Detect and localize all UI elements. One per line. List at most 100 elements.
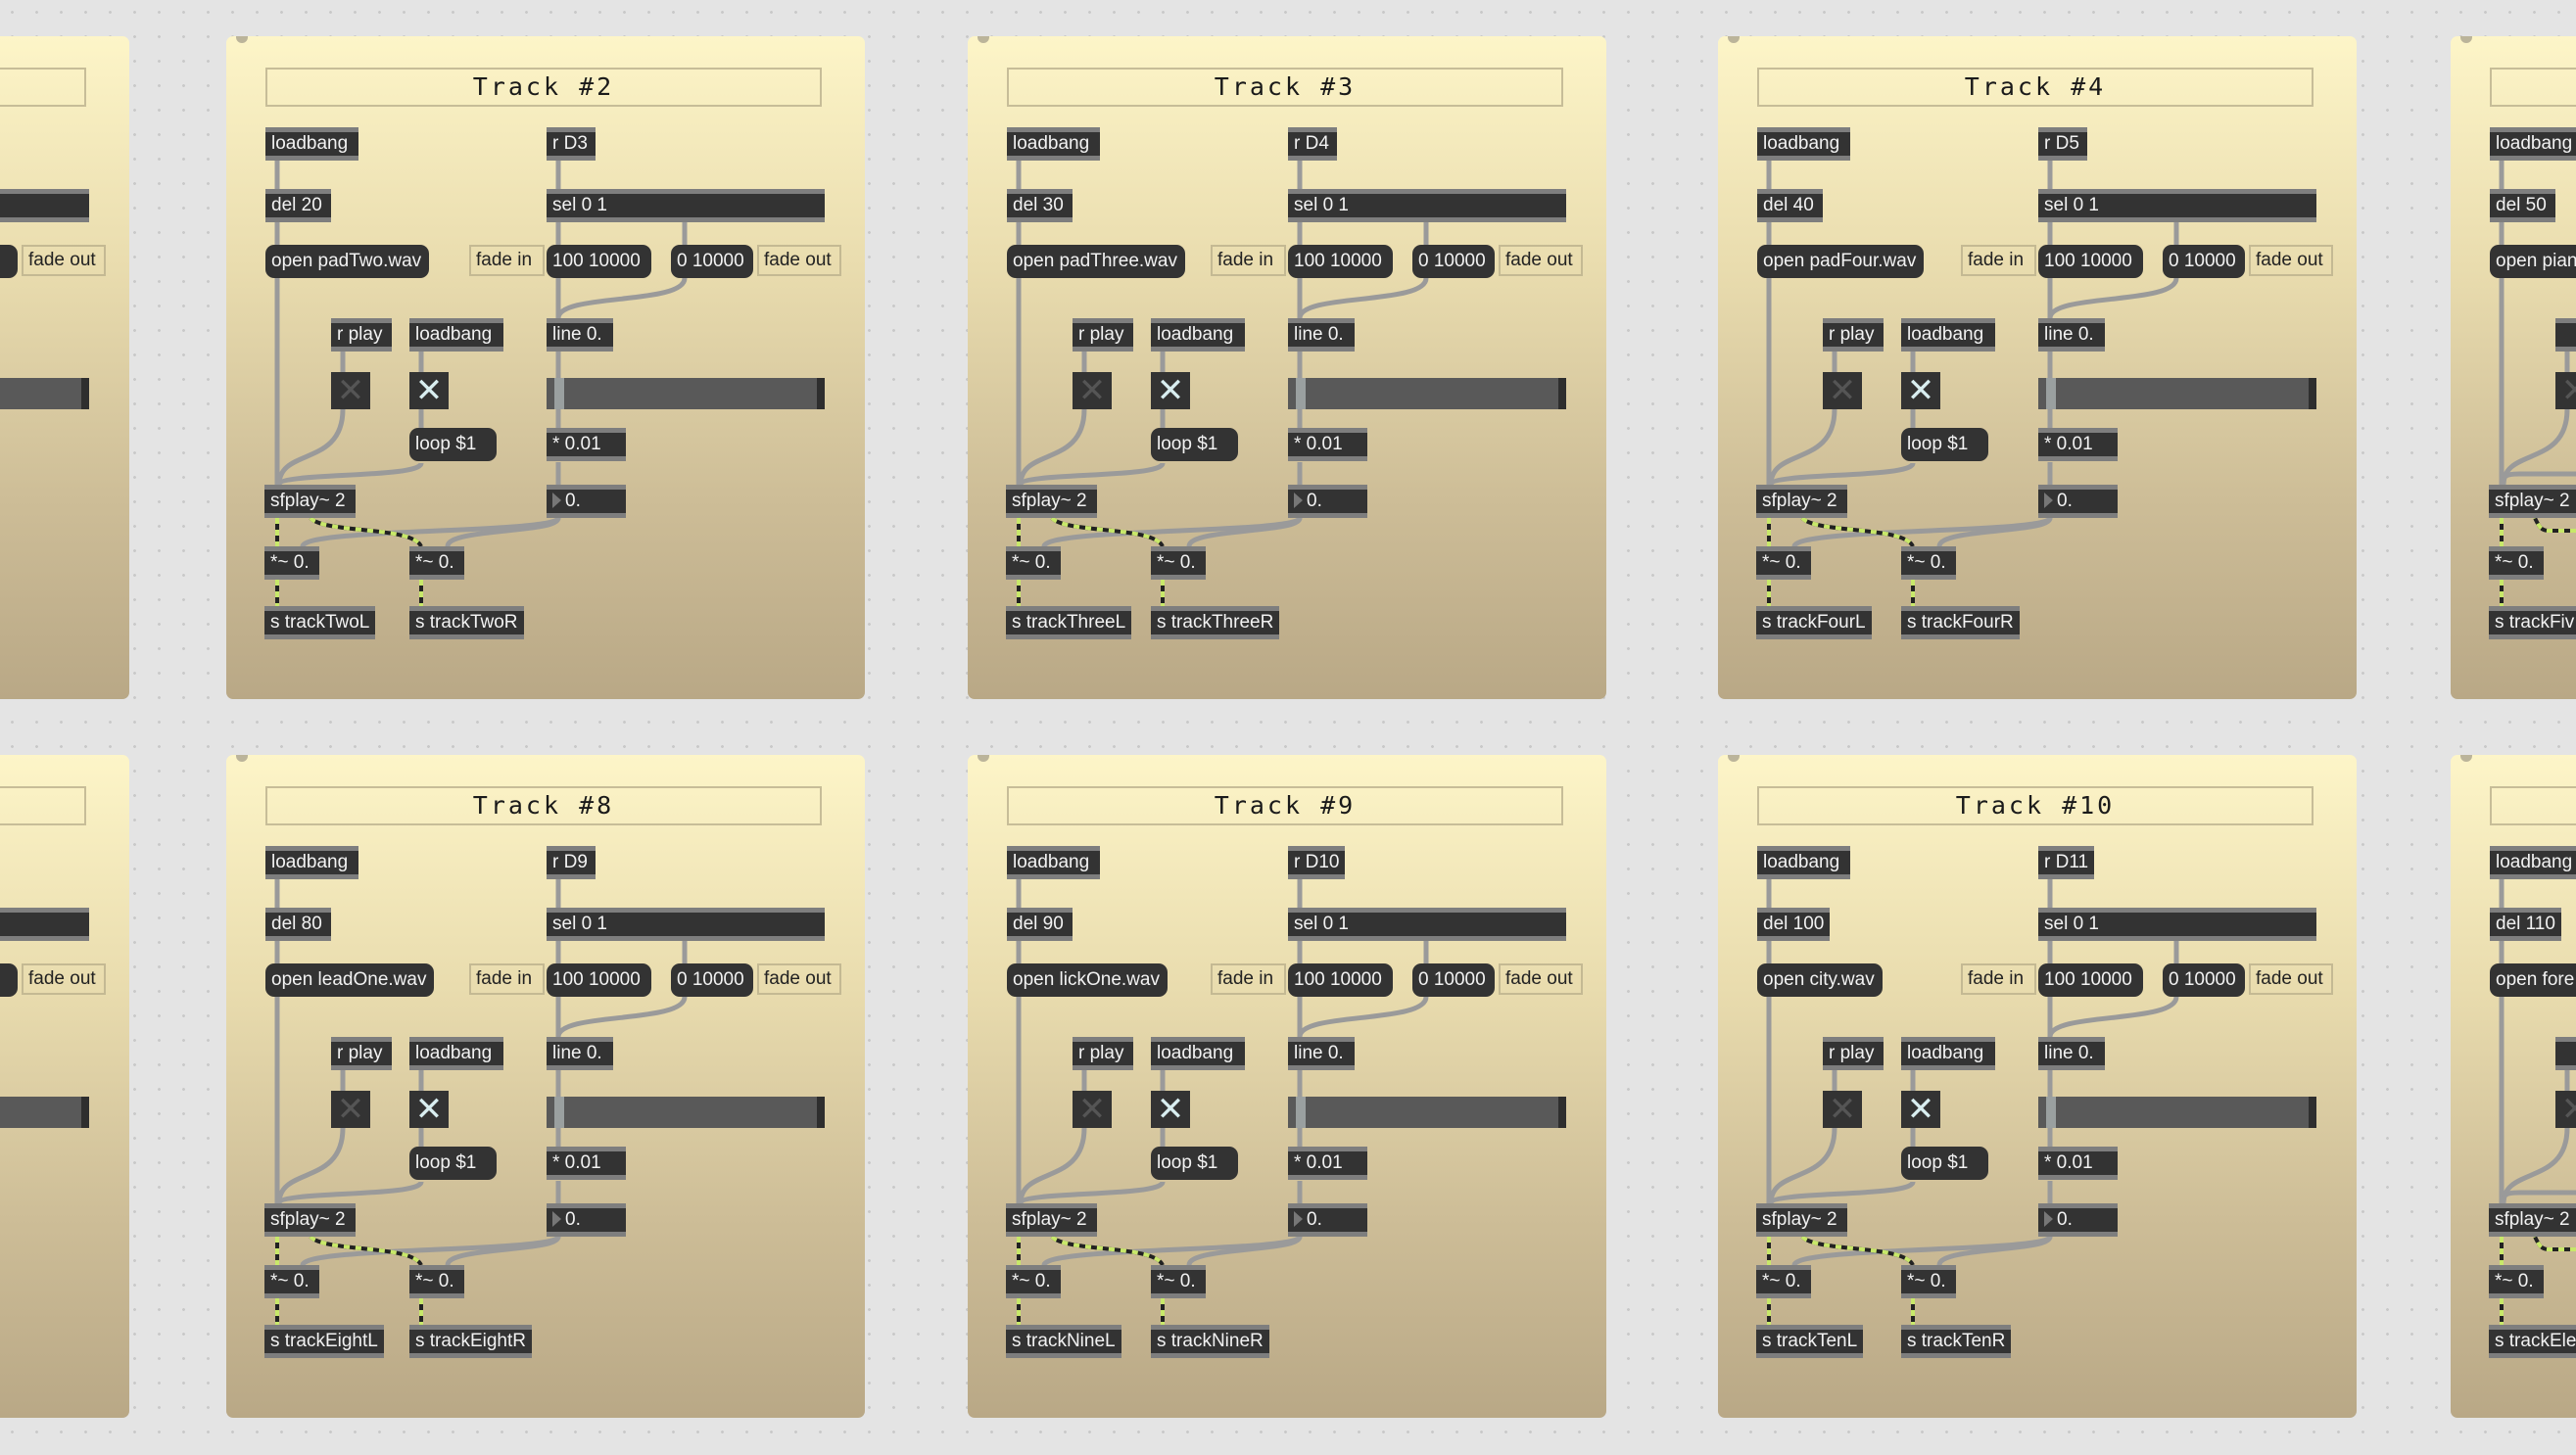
signal-multiply-left[interactable]: *~ 0. bbox=[1756, 546, 1811, 580]
loop-toggle[interactable]: ✕ bbox=[1151, 1091, 1190, 1128]
volume-slider[interactable] bbox=[1288, 1097, 1566, 1128]
track-bpatcher[interactable]: Track #2 loadbang del 20 open padTwo.wav fad… bbox=[226, 36, 865, 699]
open-file-message[interactable]: open leadOne.wav bbox=[265, 963, 435, 997]
fade-in-message[interactable]: 100 10000 bbox=[1288, 963, 1393, 997]
track-bpatcher[interactable]: Track #8 loadbang del 80 open leadOne.wav fa… bbox=[226, 755, 865, 1418]
multiply-object[interactable]: * 0.01 bbox=[2038, 428, 2118, 461]
fade-out-message[interactable]: 0 10000 bbox=[2163, 963, 2245, 997]
loadbang-object[interactable]: loadbang bbox=[2490, 127, 2576, 161]
select-object[interactable]: sel 0 1 bbox=[2038, 189, 2316, 222]
send-right-object[interactable]: s trackNineR bbox=[1151, 1325, 1269, 1358]
loadbang-object[interactable]: loadbang bbox=[1007, 127, 1100, 161]
track-bpatcher[interactable]: fade out bbox=[0, 755, 129, 1418]
signal-multiply-right[interactable]: *~ 0. bbox=[1151, 546, 1206, 580]
fade-in-message[interactable]: 100 10000 bbox=[547, 963, 651, 997]
loadbang-object[interactable]: loadbang bbox=[1901, 1037, 1995, 1070]
loop-toggle[interactable]: ✕ bbox=[409, 372, 449, 409]
signal-multiply-right[interactable]: *~ 0. bbox=[409, 546, 464, 580]
send-left-object[interactable]: s trackThreeL bbox=[1006, 606, 1132, 639]
open-file-message[interactable]: open padTwo.wav bbox=[265, 245, 430, 278]
loadbang-object[interactable]: loadbang bbox=[409, 1037, 503, 1070]
receive-object[interactable]: r D9 bbox=[547, 846, 596, 879]
loop-toggle[interactable]: ✕ bbox=[409, 1091, 449, 1128]
signal-multiply-right[interactable]: *~ 0. bbox=[1901, 1265, 1956, 1298]
fade-out-message[interactable]: 0 10000 bbox=[671, 963, 753, 997]
fade-in-message[interactable]: 100 10000 bbox=[2038, 245, 2143, 278]
select-object[interactable] bbox=[0, 189, 89, 222]
receive-play-object[interactable]: r play bbox=[1823, 318, 1884, 352]
float-number-box[interactable]: 0. bbox=[1288, 485, 1367, 518]
fade-out-message[interactable]: 0 10000 bbox=[1412, 963, 1495, 997]
open-file-message[interactable]: open padThree.wav bbox=[1007, 245, 1185, 278]
play-toggle[interactable]: ✕ bbox=[1073, 1091, 1112, 1128]
select-object[interactable]: sel 0 1 bbox=[1288, 189, 1566, 222]
signal-multiply-right[interactable]: *~ 0. bbox=[1901, 546, 1956, 580]
delay-object[interactable]: del 50 bbox=[2490, 189, 2555, 222]
line-object[interactable]: line 0. bbox=[1288, 318, 1355, 352]
send-left-object[interactable]: s trackNineL bbox=[1006, 1325, 1121, 1358]
slider-knob[interactable] bbox=[2046, 378, 2056, 409]
track-bpatcher[interactable]: Track #4 loadbang del 40 open padFour.wav fa… bbox=[1718, 36, 2357, 699]
delay-object[interactable]: del 90 bbox=[1007, 908, 1073, 941]
loadbang-object[interactable]: loadbang bbox=[265, 846, 358, 879]
loadbang-object[interactable]: loadbang bbox=[409, 318, 503, 352]
receive-object[interactable]: r D5 bbox=[2038, 127, 2087, 161]
line-object[interactable]: line 0. bbox=[2038, 1037, 2105, 1070]
float-number-box[interactable]: 0. bbox=[2038, 485, 2118, 518]
loadbang-object[interactable]: loadbang bbox=[1151, 318, 1245, 352]
volume-slider[interactable] bbox=[547, 1097, 825, 1128]
track-bpatcher[interactable]: Track #10 loadbang del 100 open city.wav fad… bbox=[1718, 755, 2357, 1418]
select-object[interactable]: sel 0 1 bbox=[547, 189, 825, 222]
multiply-object[interactable]: * 0.01 bbox=[547, 1147, 626, 1180]
loadbang-object[interactable]: loadbang bbox=[1757, 127, 1850, 161]
slider-knob[interactable] bbox=[554, 1097, 564, 1128]
delay-object[interactable]: del 40 bbox=[1757, 189, 1823, 222]
delay-object[interactable]: del 20 bbox=[265, 189, 331, 222]
line-object[interactable]: line 0. bbox=[2038, 318, 2105, 352]
loadbang-object[interactable]: loadbang bbox=[2490, 846, 2576, 879]
send-right-object[interactable]: s trackFourR bbox=[1901, 606, 2020, 639]
play-toggle[interactable]: ✕ bbox=[1073, 372, 1112, 409]
signal-multiply-left[interactable]: *~ 0. bbox=[2489, 1265, 2544, 1298]
fade-out-message[interactable]: 0 10000 bbox=[1412, 245, 1495, 278]
float-number-box[interactable]: 0. bbox=[547, 485, 626, 518]
signal-multiply-right[interactable]: *~ 0. bbox=[409, 1265, 464, 1298]
open-file-message[interactable]: open padFour.wav bbox=[1757, 245, 1925, 278]
signal-multiply-left[interactable]: *~ 0. bbox=[1006, 1265, 1061, 1298]
play-toggle[interactable]: ✕ bbox=[331, 372, 370, 409]
send-left-object[interactable]: s trackTenL bbox=[1756, 1325, 1864, 1358]
track-bpatcher[interactable]: loadbang del 110 open fore ✕ sfplay~ 2 *~ 0. s… bbox=[2451, 755, 2576, 1418]
slider-knob[interactable] bbox=[1296, 1097, 1306, 1128]
float-number-box[interactable]: 0. bbox=[1288, 1203, 1367, 1237]
sfplay-object[interactable]: sfplay~ 2 bbox=[1756, 485, 1847, 518]
sfplay-object[interactable]: sfplay~ 2 bbox=[2489, 485, 2576, 518]
multiply-object[interactable]: * 0.01 bbox=[2038, 1147, 2118, 1180]
play-toggle[interactable]: ✕ bbox=[1823, 372, 1862, 409]
fade-in-message[interactable]: 100 10000 bbox=[1288, 245, 1393, 278]
slider-knob[interactable] bbox=[554, 378, 564, 409]
sfplay-object[interactable]: sfplay~ 2 bbox=[264, 485, 356, 518]
loop-message[interactable]: loop $1 bbox=[1151, 428, 1238, 461]
fade-in-message[interactable]: 100 10000 bbox=[2038, 963, 2143, 997]
send-left-object[interactable]: s trackTwoL bbox=[264, 606, 376, 639]
delay-object[interactable]: del 110 bbox=[2490, 908, 2561, 941]
play-toggle[interactable]: ✕ bbox=[331, 1091, 370, 1128]
receive-object[interactable]: r D3 bbox=[547, 127, 596, 161]
send-left-object[interactable]: s trackEle bbox=[2489, 1325, 2576, 1358]
send-left-object[interactable]: s trackFiv bbox=[2489, 606, 2576, 639]
loadbang-object[interactable]: loadbang bbox=[1757, 846, 1850, 879]
select-object[interactable]: sel 0 1 bbox=[1288, 908, 1566, 941]
track-bpatcher[interactable]: loadbang del 50 open pian ✕ sfplay~ 2 *~ 0. s … bbox=[2451, 36, 2576, 699]
receive-play-object[interactable]: r play bbox=[1073, 318, 1133, 352]
fade-out-message[interactable] bbox=[0, 963, 18, 997]
loop-message[interactable]: loop $1 bbox=[1901, 428, 1988, 461]
signal-multiply-right[interactable]: *~ 0. bbox=[1151, 1265, 1206, 1298]
sfplay-object[interactable]: sfplay~ 2 bbox=[1006, 485, 1097, 518]
loop-message[interactable]: loop $1 bbox=[409, 1147, 497, 1180]
fade-in-message[interactable]: 100 10000 bbox=[547, 245, 651, 278]
select-object[interactable]: sel 0 1 bbox=[547, 908, 825, 941]
multiply-object[interactable]: * 0.01 bbox=[1288, 428, 1367, 461]
loadbang-object[interactable]: loadbang bbox=[265, 127, 358, 161]
select-object[interactable] bbox=[0, 908, 89, 941]
loadbang-object[interactable]: loadbang bbox=[1151, 1037, 1245, 1070]
